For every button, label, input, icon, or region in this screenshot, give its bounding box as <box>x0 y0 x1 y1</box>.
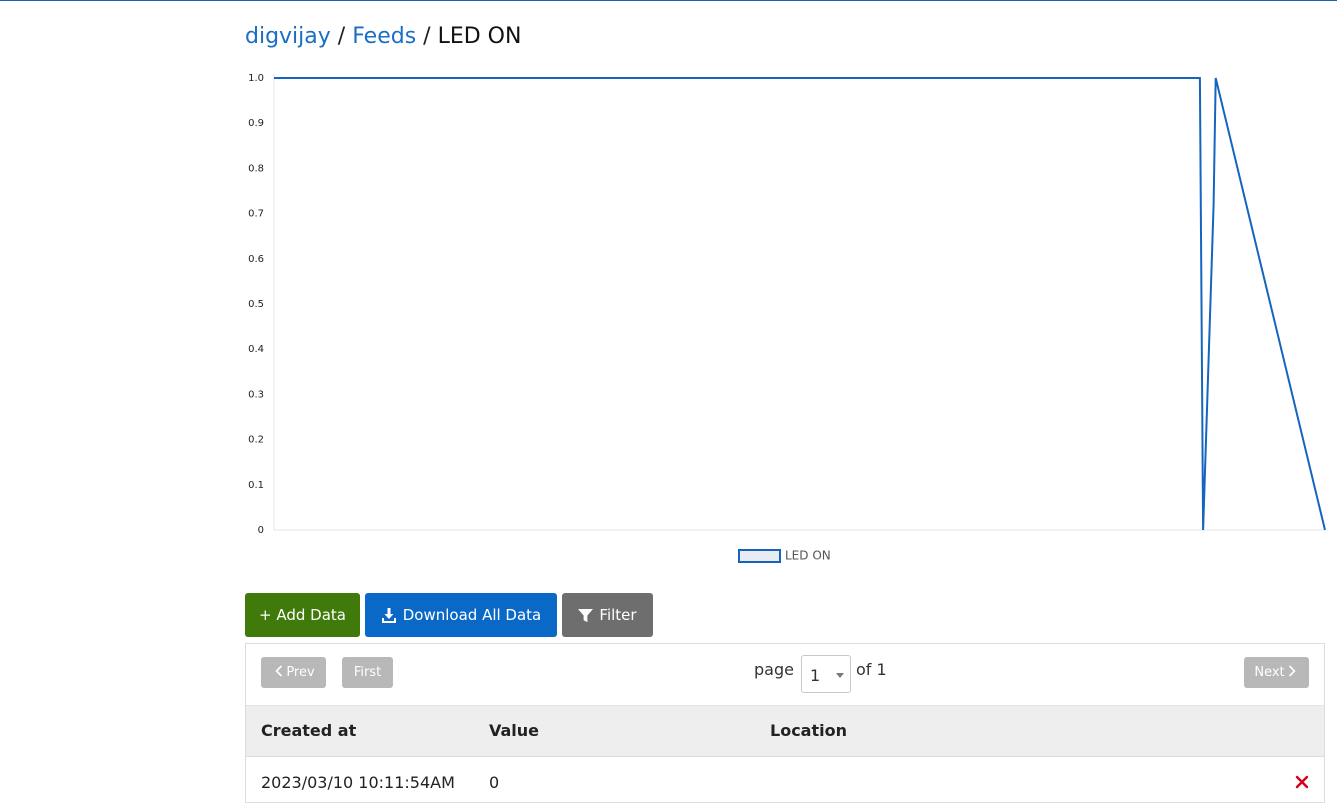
breadcrumb-separator: / <box>338 24 345 49</box>
page-select-value: 1 <box>810 666 820 685</box>
y-tick-label: 0.6 <box>248 254 264 265</box>
top-border <box>0 0 1337 1</box>
download-all-data-button[interactable]: Download All Data <box>365 593 557 637</box>
legend-label: LED ON <box>785 549 831 563</box>
breadcrumb-feeds-link[interactable]: Feeds <box>352 24 416 49</box>
column-header-value: Value <box>489 721 539 741</box>
breadcrumb-user-link[interactable]: digvijay <box>245 24 331 49</box>
next-page-button[interactable]: Next <box>1244 657 1309 688</box>
breadcrumb-separator: / <box>423 24 430 49</box>
chevron-right-icon <box>1285 665 1299 681</box>
page-title: LED ON <box>438 24 522 49</box>
legend-swatch <box>739 550 780 562</box>
feed-line-chart: 0 0.1 0.2 0.3 0.4 0.5 0.6 0.7 0.8 0.9 1.0 LED ON <box>240 60 1337 580</box>
next-label: Next <box>1254 665 1284 680</box>
prev-label: Prev <box>286 665 314 680</box>
filter-label: Filter <box>599 606 636 624</box>
y-tick-label: 0.5 <box>248 299 264 310</box>
chevron-left-icon <box>272 665 286 681</box>
page-select[interactable]: 1 <box>801 655 851 693</box>
add-data-button[interactable]: + Add Data <box>245 593 360 637</box>
y-tick-label: 0.2 <box>248 435 264 446</box>
y-tick-label: 0.9 <box>248 118 264 129</box>
prev-page-button[interactable]: Prev <box>261 657 326 688</box>
cell-value: 0 <box>489 773 499 793</box>
caret-down-icon <box>836 673 844 678</box>
y-tick-label: 0 <box>258 525 264 536</box>
breadcrumb: digvijay / Feeds / LED ON <box>245 22 521 52</box>
first-page-button[interactable]: First <box>342 657 393 688</box>
add-data-label: + Add Data <box>259 606 346 624</box>
y-tick-label: 0.3 <box>248 389 264 400</box>
first-label: First <box>354 665 381 680</box>
download-all-data-label: Download All Data <box>403 606 542 624</box>
filter-button[interactable]: Filter <box>562 593 653 637</box>
column-header-location: Location <box>770 721 847 741</box>
download-icon <box>381 607 397 623</box>
y-tick-label: 0.4 <box>248 344 264 355</box>
filter-icon <box>578 608 593 623</box>
column-header-created-at: Created at <box>261 721 356 741</box>
cell-created-at: 2023/03/10 10:11:54AM <box>261 773 455 793</box>
series-line <box>274 78 1325 530</box>
y-tick-label: 0.8 <box>248 163 264 174</box>
y-tick-label: 0.7 <box>248 209 264 220</box>
y-tick-label: 1.0 <box>248 73 264 84</box>
delete-row-icon[interactable] <box>1294 774 1310 790</box>
page-count: of 1 <box>856 660 887 680</box>
y-tick-label: 0.1 <box>248 480 264 491</box>
page-label: page <box>754 660 794 680</box>
